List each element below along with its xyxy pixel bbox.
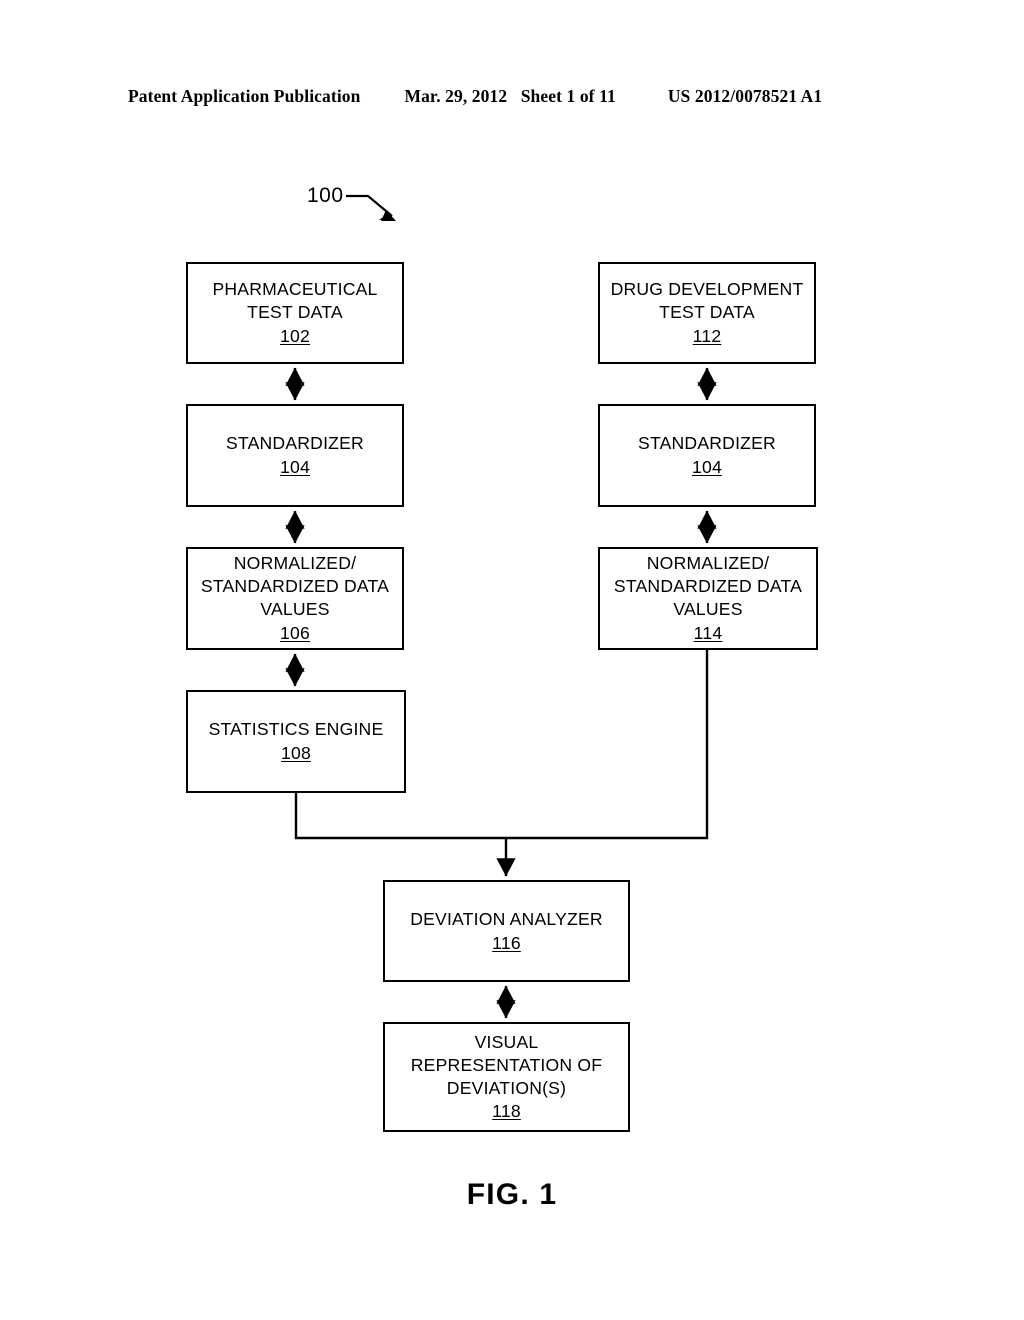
- block-deviation-analyzer: DEVIATION ANALYZER 116: [383, 880, 630, 982]
- block-reference-number: 106: [280, 622, 310, 643]
- block-pharmaceutical-test-data: PHARMACEUTICAL TEST DATA 102: [186, 262, 404, 364]
- block-label: PHARMACEUTICAL TEST DATA: [212, 279, 378, 323]
- block-reference-number: 108: [281, 743, 311, 763]
- connector-114-to-116: [505, 650, 709, 840]
- block-reference-number: 116: [492, 932, 521, 953]
- block-label: STATISTICS ENGINE: [208, 719, 384, 740]
- block-label: DRUG DEVELOPMENT TEST DATA: [610, 279, 804, 323]
- block-drug-development-test-data: DRUG DEVELOPMENT TEST DATA 112: [598, 262, 816, 364]
- patent-figure-1: 100 PHARMACEUTICAL TEST DATA 102 STANDAR…: [0, 0, 1024, 1320]
- block-reference-number: 104: [692, 457, 722, 477]
- system-reference-100: 100: [307, 184, 344, 207]
- block-label: VISUAL REPRESENTATION OF DEVIATION(S): [410, 1031, 603, 1098]
- block-reference-number: 104: [280, 457, 310, 477]
- block-visual-representation-of-deviations: VISUAL REPRESENTATION OF DEVIATION(S) 11…: [383, 1022, 630, 1132]
- block-label: STANDARDIZER: [226, 433, 364, 454]
- block-reference-number: 102: [280, 325, 310, 346]
- system-callout-leader: [346, 194, 396, 221]
- block-reference-number: 114: [693, 622, 723, 643]
- block-normalized-standardized-data-values-right: NORMALIZED/ STANDARDIZED DATA VALUES 114: [598, 547, 818, 650]
- block-label: NORMALIZED/ STANDARDIZED DATA VALUES: [613, 553, 803, 619]
- block-label: DEVIATION ANALYZER: [410, 908, 603, 929]
- connector-108-to-116: [294, 793, 505, 840]
- block-label: STANDARDIZER: [638, 433, 776, 454]
- block-reference-number: 118: [492, 1101, 521, 1122]
- block-standardizer-right: STANDARDIZER 104: [598, 404, 816, 507]
- block-reference-number: 112: [692, 325, 722, 346]
- figure-caption: FIG. 1: [466, 1178, 558, 1211]
- block-normalized-standardized-data-values-left: NORMALIZED/ STANDARDIZED DATA VALUES 106: [186, 547, 404, 650]
- block-statistics-engine: STATISTICS ENGINE 108: [186, 690, 406, 793]
- block-label: NORMALIZED/ STANDARDIZED DATA VALUES: [200, 553, 390, 619]
- block-standardizer-left: STANDARDIZER 104: [186, 404, 404, 507]
